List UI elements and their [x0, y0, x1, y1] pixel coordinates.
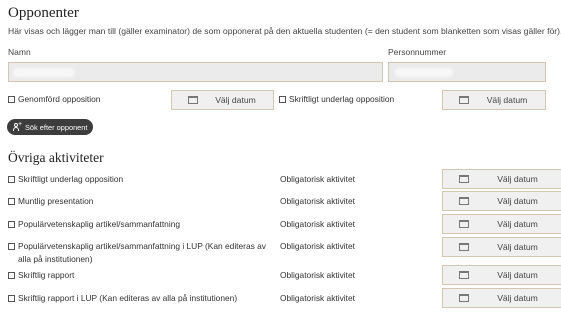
activity-status: Obligatorisk aktivitet — [280, 270, 355, 280]
calendar-icon — [188, 96, 198, 104]
activity-label-row[interactable]: Skriftligt underlag opposition — [8, 173, 273, 186]
activity-checkbox[interactable] — [8, 243, 15, 250]
choose-date-label: Välj datum — [497, 174, 538, 184]
activity-status: Obligatorisk aktivitet — [280, 293, 355, 303]
opponents-description: Här visas och lägger man till (gäller ex… — [8, 26, 561, 36]
search-opponent-label: Sök efter opponent — [25, 122, 88, 132]
activity-checkbox[interactable] — [8, 198, 15, 205]
choose-date-label: Välj datum — [497, 219, 538, 229]
activity-label-row[interactable]: Skriftlig rapport i LUP (Kan editeras av… — [8, 292, 273, 305]
written-basis-date-button[interactable]: Välj datum — [442, 90, 546, 110]
completed-opposition-checkbox[interactable] — [8, 95, 15, 103]
completed-opposition-label: Genomförd opposition — [18, 94, 101, 104]
activity-date-button[interactable]: Välj datum — [442, 288, 561, 308]
choose-date-label: Välj datum — [497, 293, 538, 303]
activity-status: Obligatorisk aktivitet — [280, 241, 355, 251]
activity-status: Obligatorisk aktivitet — [280, 196, 355, 206]
written-basis-checkbox-row[interactable]: Skriftligt underlag opposition — [279, 94, 394, 104]
activity-date-button[interactable]: Välj datum — [442, 191, 561, 211]
activity-label: Skriftlig rapport i LUP (Kan editeras av… — [18, 293, 238, 303]
search-opponent-button[interactable]: + Sök efter opponent — [7, 119, 94, 135]
calendar-icon — [459, 220, 469, 228]
activity-label: Populärvetenskaplig artikel/sammanfattni… — [18, 241, 266, 264]
activity-label: Skriftlig rapport — [18, 270, 75, 280]
calendar-icon — [459, 175, 469, 183]
calendar-icon — [459, 96, 469, 104]
activity-date-button[interactable]: Välj datum — [442, 214, 561, 234]
calendar-icon — [459, 243, 469, 251]
activity-status: Obligatorisk aktivitet — [280, 174, 355, 184]
completed-opposition-checkbox-row[interactable]: Genomförd opposition — [8, 94, 100, 104]
completed-opposition-date-button[interactable]: Välj datum — [171, 90, 274, 110]
activity-checkbox[interactable] — [8, 272, 15, 279]
name-field[interactable] — [8, 62, 383, 82]
activity-date-button[interactable]: Välj datum — [442, 169, 561, 189]
activity-checkbox[interactable] — [8, 176, 15, 183]
choose-date-label: Välj datum — [497, 242, 538, 252]
pnr-field[interactable] — [388, 62, 546, 82]
activity-checkbox[interactable] — [8, 221, 15, 228]
redacted-name — [13, 68, 75, 77]
activity-label-row[interactable]: Muntlig presentation — [8, 195, 273, 208]
opponents-title: Opponenter — [8, 5, 79, 21]
activity-label: Skriftligt underlag opposition — [18, 174, 124, 184]
calendar-icon — [459, 197, 469, 205]
activity-label-row[interactable]: Populärvetenskaplig artikel/sammanfattni… — [8, 218, 273, 231]
redacted-pnr — [395, 68, 453, 77]
choose-date-label: Välj datum — [486, 95, 528, 105]
choose-date-label: Välj datum — [497, 270, 538, 280]
activity-date-button[interactable]: Välj datum — [442, 237, 561, 257]
activity-label-row[interactable]: Skriftlig rapport — [8, 269, 273, 282]
activity-date-button[interactable]: Välj datum — [442, 265, 561, 285]
choose-date-label: Välj datum — [215, 95, 256, 105]
calendar-icon — [459, 271, 469, 279]
choose-date-label: Välj datum — [497, 196, 538, 206]
add-user-icon: + — [13, 121, 22, 131]
activity-label-row[interactable]: Populärvetenskaplig artikel/sammanfattni… — [8, 240, 273, 266]
pnr-label: Personnummer — [388, 47, 447, 57]
written-basis-checkbox[interactable] — [279, 95, 286, 103]
activity-checkbox[interactable] — [8, 295, 15, 302]
calendar-icon — [459, 294, 469, 302]
activity-status: Obligatorisk aktivitet — [280, 219, 355, 229]
activity-label: Muntlig presentation — [18, 196, 94, 206]
name-label: Namn — [8, 47, 31, 57]
activity-label: Populärvetenskaplig artikel/sammanfattni… — [18, 219, 181, 229]
written-basis-label: Skriftligt underlag opposition — [289, 94, 395, 104]
activities-title: Övriga aktiviteter — [8, 150, 104, 165]
